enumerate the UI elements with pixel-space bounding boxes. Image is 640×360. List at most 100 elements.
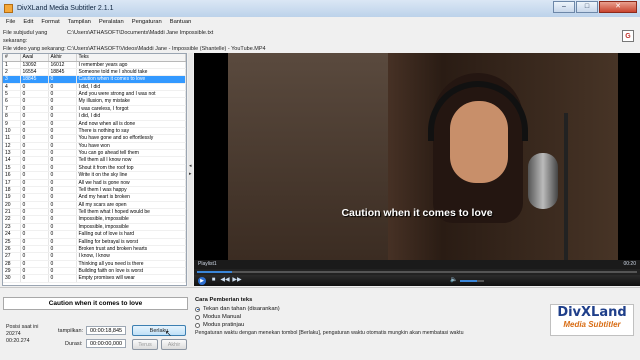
table-row[interactable]: 14 0 0 Tell them all I know now — [3, 156, 186, 165]
volume-slider[interactable] — [460, 280, 484, 282]
table-row[interactable]: 18 0 0 Tell them I was happy — [3, 186, 186, 195]
mode-manual[interactable]: Modus Manual — [195, 313, 280, 321]
radio-icon[interactable] — [195, 322, 200, 328]
table-row[interactable]: 1 13092 16012 I remember years ago — [3, 61, 186, 69]
table-row[interactable]: 16 0 0 Write it on the sky line — [3, 171, 186, 180]
google-translate-icon[interactable]: G — [622, 30, 634, 42]
table-row[interactable]: 21 0 0 Tell them what I hoped would be — [3, 208, 186, 217]
cell-start: 0 — [20, 164, 49, 173]
cell-end: 0 — [48, 97, 77, 106]
table-row[interactable]: 30 0 0 Empty promises will wear — [3, 274, 186, 283]
mode-preview[interactable]: Modus pratinjau — [195, 321, 280, 329]
table-row[interactable]: 13 0 0 You can go ahead tell them — [3, 149, 186, 158]
window-title: DivXLand Media Subtitler 2.1.1 — [17, 5, 114, 12]
menu-format[interactable]: Format — [38, 17, 64, 28]
cell-text: Caution when it comes to love — [76, 75, 186, 84]
cell-end: 0 — [48, 260, 77, 269]
cell-number: 24 — [3, 230, 21, 239]
menu-view[interactable]: Tampilan — [65, 17, 96, 28]
table-row[interactable]: 15 0 0 Shout it from the roof top — [3, 164, 186, 173]
cell-start: 0 — [20, 260, 49, 269]
cell-number: 30 — [3, 274, 21, 283]
mode-press-hold[interactable]: Tekan dan tahan (disarankan) — [195, 305, 280, 313]
table-row[interactable]: 27 0 0 I know, I know — [3, 252, 186, 261]
table-row[interactable]: 20 0 0 All my scars are open — [3, 201, 186, 210]
menu-help[interactable]: Bantuan — [167, 17, 197, 28]
cell-text: Tell them what I hoped would be — [76, 208, 186, 217]
cell-start: 0 — [20, 142, 49, 151]
table-row[interactable]: 17 0 0 All we had is gone now — [3, 179, 186, 187]
cell-start: 0 — [20, 230, 49, 239]
continue-button[interactable]: Terus — [132, 339, 158, 350]
table-row[interactable]: 24 0 0 Falling out of love is hard — [3, 230, 186, 239]
table-row[interactable]: 28 0 0 Thinking all you need is there — [3, 260, 186, 269]
table-row[interactable]: 2 16554 18845 Someone told me I should take — [3, 68, 186, 77]
cell-text: Falling for betrayal is worst — [76, 238, 186, 246]
table-row[interactable]: 5 0 0 And you were strong and I was not — [3, 90, 186, 99]
table-row[interactable]: 6 0 0 My illusion, my mistake — [3, 97, 186, 106]
cell-number: 19 — [3, 193, 21, 202]
table-row[interactable]: 800I did, I did — [3, 112, 186, 121]
header-end[interactable]: Akhir — [48, 54, 77, 62]
maximize-icon[interactable]: □ — [576, 1, 598, 13]
table-row[interactable]: 9 0 0 And now when all is done — [3, 120, 186, 128]
cell-text: And you were strong and I was not — [76, 90, 186, 99]
table-row[interactable]: 25 0 0 Falling for betrayal is worst — [3, 238, 186, 246]
table-row[interactable]: 22 0 0 Impossible, impossible — [3, 215, 186, 224]
cell-number: 8 — [3, 112, 21, 121]
close-icon[interactable]: ✕ — [599, 1, 637, 13]
menu-settings[interactable]: Pengaturan — [129, 17, 167, 28]
divxland-logo: DivXLand Media Subtitler — [550, 304, 634, 336]
bottom-panel: Caution when it comes to love Posisi saa… — [0, 287, 640, 360]
expand-right-icon[interactable]: ▸ — [189, 171, 192, 177]
cell-start: 0 — [20, 156, 49, 165]
volume-icon[interactable]: 🔈 — [450, 277, 457, 284]
collapse-left-icon[interactable]: ◂ — [189, 163, 192, 169]
next-icon[interactable]: ▶▶ — [232, 277, 242, 284]
panel-splitter[interactable]: ◂ ▸ — [188, 53, 193, 286]
cell-end: 0 — [48, 274, 77, 283]
menu-file[interactable]: File — [3, 17, 20, 28]
cell-number: 26 — [3, 245, 21, 254]
end-button[interactable]: Akhir — [161, 339, 187, 350]
table-row[interactable]: 29 0 0 Building faith on love is worst — [3, 267, 186, 276]
play-icon[interactable]: ▶ — [198, 276, 206, 285]
table-row[interactable]: 19 0 0 And my heart is broken — [3, 193, 186, 202]
position-time: 00:20.274 — [6, 338, 30, 344]
table-row[interactable]: 11 0 0 You have gone and so effortlessly — [3, 134, 186, 143]
cell-number: 18 — [3, 186, 21, 195]
subtitle-table[interactable]: # Awal Akhir Teks 1 13092 16012 I remember … — [2, 53, 187, 286]
table-row[interactable]: 3 18845 0 Caution when it comes to love — [3, 75, 186, 84]
cell-start: 16554 — [20, 68, 49, 77]
apply-button[interactable]: Berlaku — [132, 325, 186, 336]
cell-text: You have gone and so effortlessly — [76, 134, 186, 143]
show-time-field[interactable]: 00:00:18,845 — [86, 326, 126, 335]
radio-icon[interactable] — [195, 314, 200, 320]
video-subtitle-overlay: Caution when it comes to love — [341, 207, 493, 219]
header-start[interactable]: Awal — [20, 54, 49, 62]
table-row[interactable]: 12 0 0 You have won — [3, 142, 186, 151]
menu-edit[interactable]: Edit — [20, 17, 38, 28]
header-text[interactable]: Teks — [76, 54, 186, 62]
timing-note: Pengaturan waktu dengan menekan tombol [… — [195, 330, 464, 336]
video-player[interactable]: Caution when it comes to love — [194, 53, 640, 260]
cell-start: 0 — [20, 83, 49, 92]
table-row[interactable]: 23 0 0 Impossible, impossible — [3, 223, 186, 232]
cell-start: 0 — [20, 112, 49, 121]
table-row[interactable]: 400I did, I did — [3, 83, 186, 92]
table-row[interactable]: 10 0 0 There is nothing to say — [3, 127, 186, 136]
table-row[interactable]: 700I was careless, I forgot — [3, 105, 186, 114]
minimize-icon[interactable]: – — [553, 1, 575, 13]
radio-icon[interactable] — [195, 306, 200, 312]
stop-icon[interactable]: ■ — [210, 277, 217, 284]
table-row[interactable]: 26 0 0 Broken trust and broken hearts — [3, 245, 186, 254]
cell-number: 29 — [3, 267, 21, 276]
cell-text: I did, I did — [76, 112, 186, 121]
previous-icon[interactable]: ◀◀ — [220, 277, 230, 284]
duration-field[interactable]: 00:00:00,000 — [86, 339, 126, 348]
menu-tools[interactable]: Peralatan — [96, 17, 129, 28]
video-file-path: C:\Users\ATHASOFT\Videos\Maddi Jane - Im… — [67, 46, 266, 52]
header-number[interactable]: # — [3, 54, 21, 62]
cell-text: I did, I did — [76, 83, 186, 92]
cell-end: 0 — [48, 134, 77, 143]
